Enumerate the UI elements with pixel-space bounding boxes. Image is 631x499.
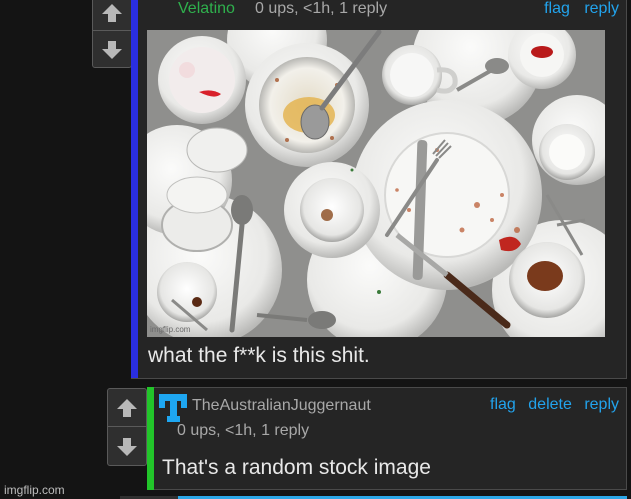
comment-2-username[interactable]: TheAustralianJuggernaut (192, 397, 371, 415)
downvote-button-1[interactable] (93, 32, 131, 68)
comment-2-meta: 0 ups, <1h, 1 reply (177, 422, 310, 439)
user-avatar-icon[interactable] (159, 394, 187, 422)
comment-depth-bar-2 (147, 387, 154, 490)
comment-1-meta: 0 ups, <1h, 1 reply (255, 0, 388, 17)
dirty-dishes-image: imgflip.com (147, 30, 605, 337)
upvote-button-1[interactable] (93, 0, 131, 31)
comment-thread: Velatino 0 ups, <1h, 1 reply flag reply (0, 0, 631, 499)
comment-1-image[interactable]: imgflip.com (147, 30, 605, 337)
comment-2-reply-link[interactable]: reply (584, 396, 619, 413)
image-watermark: imgflip.com (150, 325, 191, 334)
imgflip-watermark: imgflip.com (4, 483, 65, 497)
comment-2-actions: flag delete reply (482, 396, 619, 414)
comment-1-reply-link[interactable]: reply (584, 0, 619, 17)
comment-2-text: That's a random stock image (162, 456, 431, 479)
comment-2-delete-link[interactable]: delete (528, 396, 572, 413)
arrow-down-icon (117, 438, 137, 456)
comment-1-actions: flag reply (534, 0, 619, 18)
upvote-button-2[interactable] (108, 389, 146, 427)
comment-2-flag-link[interactable]: flag (490, 396, 516, 413)
arrow-up-icon (102, 3, 122, 22)
downvote-button-2[interactable] (108, 428, 146, 466)
comment-1-text: what the f**k is this shit. (148, 344, 370, 367)
comment-1-flag-link[interactable]: flag (544, 0, 570, 17)
vote-box-1 (92, 0, 132, 68)
comment-depth-bar-1 (131, 0, 138, 378)
arrow-up-icon (117, 398, 137, 417)
comment-1-username[interactable]: Velatino (178, 0, 235, 18)
arrow-down-icon (102, 41, 122, 59)
vote-box-2 (107, 388, 147, 466)
